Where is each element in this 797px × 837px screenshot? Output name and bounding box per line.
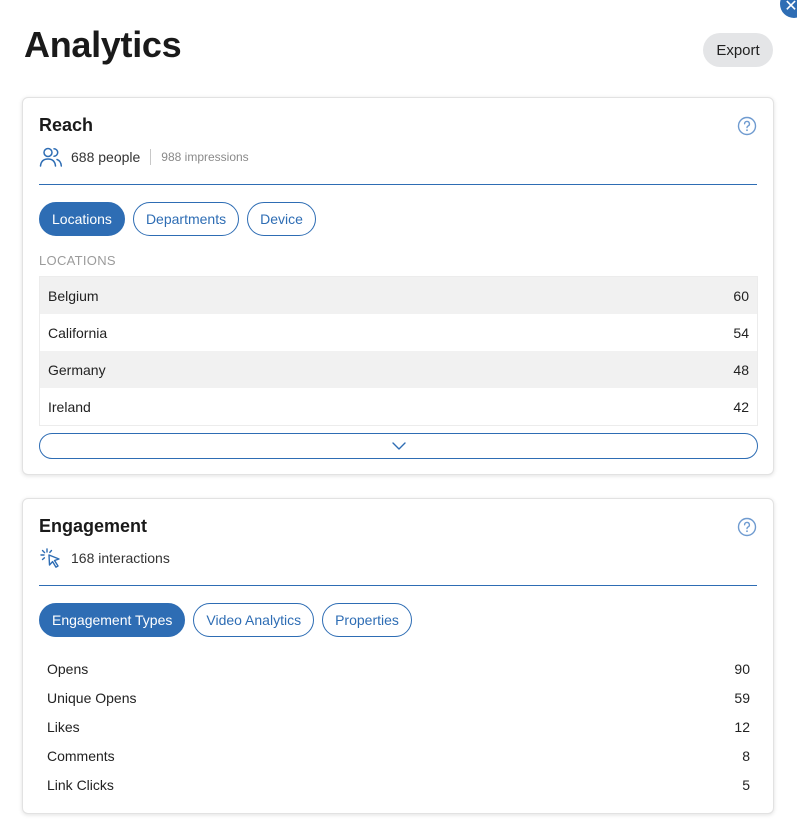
engagement-card: Engagement 168 interactions Engagement T… (22, 498, 774, 814)
location-name: Ireland (48, 398, 91, 415)
reach-title: Reach (39, 115, 94, 135)
location-value: 48 (733, 361, 749, 378)
reach-divider (39, 184, 757, 185)
table-row: California 54 (40, 314, 757, 351)
table-row: Ireland 42 (40, 388, 757, 425)
tab-engagement-types[interactable]: Engagement Types (39, 603, 186, 637)
engagement-types-list: Opens 90 Unique Opens 59 Likes 12 Commen… (39, 654, 758, 799)
close-icon: ✕ (784, 0, 797, 15)
location-value: 54 (733, 324, 749, 341)
question-circle-icon[interactable] (737, 517, 757, 537)
engagement-type-name: Likes (47, 718, 80, 735)
tab-properties[interactable]: Properties (322, 603, 412, 637)
interactions-count: 168 interactions (71, 550, 170, 566)
tab-departments[interactable]: Departments (132, 202, 240, 236)
engagement-summary: 168 interactions (39, 546, 170, 570)
engagement-type-name: Unique Opens (47, 689, 137, 706)
list-item: Link Clicks 5 (39, 770, 758, 799)
engagement-title: Engagement (39, 516, 148, 536)
location-name: Belgium (48, 287, 99, 304)
engagement-type-value: 90 (734, 660, 750, 677)
engagement-type-value: 8 (742, 747, 750, 764)
table-row: Belgium 60 (40, 277, 757, 314)
location-value: 60 (733, 287, 749, 304)
engagement-type-name: Link Clicks (47, 776, 114, 793)
location-value: 42 (733, 398, 749, 415)
users-icon (39, 147, 63, 167)
list-item: Opens 90 (39, 654, 758, 683)
engagement-type-value: 12 (734, 718, 750, 735)
locations-table: Belgium 60 California 54 Germany 48 Irel… (39, 276, 758, 426)
list-item: Unique Opens 59 (39, 683, 758, 712)
summary-separator (150, 149, 152, 165)
engagement-type-value: 5 (742, 776, 750, 793)
people-count: 688 people (71, 149, 141, 165)
list-item: Comments 8 (39, 741, 758, 770)
reach-summary: 688 people 988 impressions (39, 145, 249, 169)
chevron-down-icon (391, 442, 406, 450)
impressions-count: 988 impressions (161, 150, 249, 164)
reach-card: Reach 688 people 988 impressions Locatio… (22, 97, 774, 475)
location-name: California (48, 324, 108, 341)
show-more-button[interactable] (39, 433, 758, 459)
engagement-divider (39, 585, 757, 586)
engagement-type-value: 59 (734, 689, 750, 706)
engagement-type-name: Opens (47, 660, 89, 677)
engagement-tabs: Engagement Types Video Analytics Propert… (39, 603, 412, 637)
locations-section-label: LOCATIONS (39, 253, 116, 268)
tab-locations[interactable]: Locations (39, 202, 125, 236)
location-name: Germany (48, 361, 106, 378)
tab-device[interactable]: Device (247, 202, 316, 236)
question-circle-icon[interactable] (737, 116, 757, 136)
cursor-click-icon (40, 548, 60, 568)
page-title: Analytics (24, 24, 182, 65)
table-row: Germany 48 (40, 351, 757, 388)
export-button[interactable]: Export (703, 33, 773, 67)
list-item: Likes 12 (39, 712, 758, 741)
analytics-panel: ✕ Analytics Export Reach 688 people 988 … (0, 0, 797, 837)
tab-video-analytics[interactable]: Video Analytics (193, 603, 315, 637)
reach-tabs: Locations Departments Device (39, 202, 316, 236)
close-button[interactable]: ✕ (780, 0, 797, 18)
engagement-type-name: Comments (47, 747, 115, 764)
